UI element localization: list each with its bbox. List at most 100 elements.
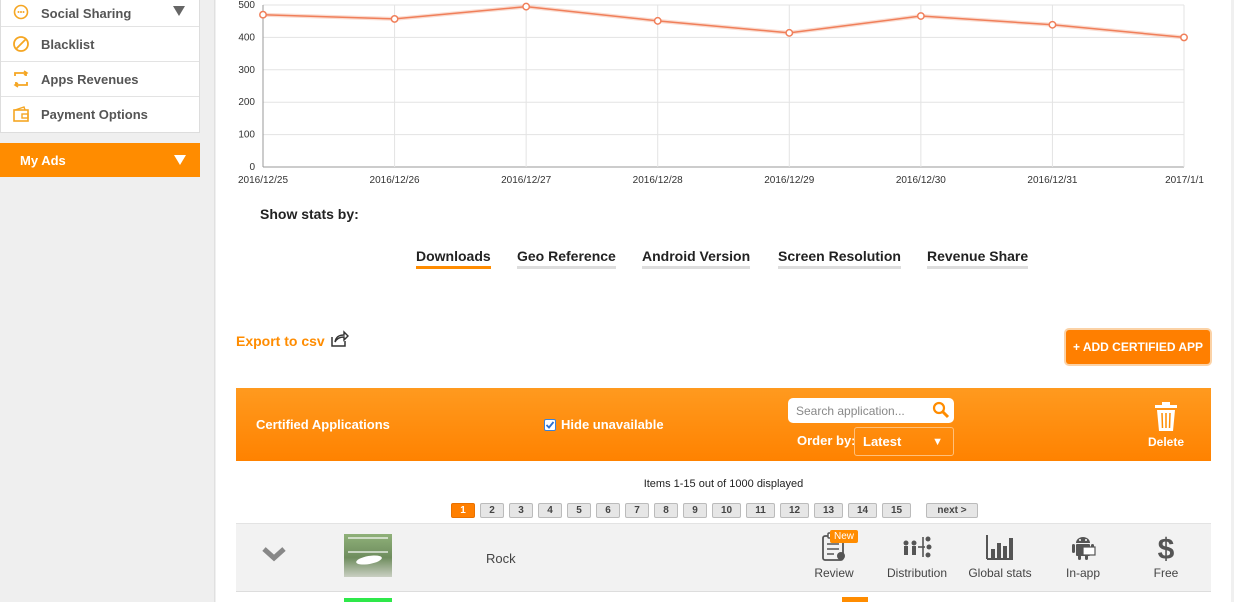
main-panel: 0 100 200 300 400 500 2016/12/25 2016/12/26 2016… [216, 0, 1231, 602]
dropdown-arrow-icon: ▼ [932, 436, 943, 448]
x-tick-label: 2016/12/25 [238, 175, 288, 186]
page-button-9[interactable]: 9 [683, 503, 707, 518]
hide-unavailable-toggle[interactable]: Hide unavailable [544, 417, 664, 432]
delete-button[interactable]: Delete [1142, 402, 1190, 449]
tab-screen-resolution[interactable]: Screen Resolution [778, 248, 901, 269]
tab-revenue-share[interactable]: Revenue Share [927, 248, 1029, 269]
in-app-label: In-app [1065, 566, 1101, 580]
export-csv-link[interactable]: Export to csv [236, 330, 349, 351]
dollar-icon: $ [1155, 531, 1177, 566]
y-tick-label: 500 [238, 0, 255, 11]
data-point [916, 12, 925, 20]
page-button-2[interactable]: 2 [480, 503, 504, 518]
data-point [653, 16, 662, 25]
data-point [390, 14, 399, 23]
distribution-action[interactable]: Distribution [882, 530, 952, 580]
pagination: 1 2 3 4 5 6 7 8 9 10 11 12 13 14 15 next > [451, 503, 983, 519]
series-line [262, 5, 1185, 39]
search-input[interactable]: Search application... [788, 398, 954, 423]
stats-tabs: Downloads Geo Reference Android Version … [216, 248, 1231, 272]
review-label: Review [814, 566, 854, 580]
trash-icon [1152, 402, 1180, 435]
page-button-3[interactable]: 3 [509, 503, 533, 518]
x-tick-label: 2016/12/26 [370, 175, 420, 186]
y-tick-label: 300 [238, 65, 255, 76]
y-tick-label: 0 [249, 162, 255, 173]
free-label: Free [1153, 566, 1179, 580]
order-by-value: Latest [863, 434, 902, 449]
share-icon [329, 330, 349, 351]
sidebar-item-social-sharing[interactable]: Social Sharing [1, 0, 199, 27]
items-count: Items 1-15 out of 1000 displayed [643, 478, 804, 490]
y-tick-label: 200 [238, 97, 255, 108]
caret-down-icon[interactable] [173, 4, 185, 19]
x-tick-label: 2017/1/1 [1165, 175, 1204, 186]
review-action[interactable]: New Review [808, 530, 860, 580]
order-by-select[interactable]: Latest ▼ [854, 427, 954, 456]
page-button-4[interactable]: 4 [538, 503, 562, 518]
data-point [1048, 20, 1057, 29]
sidebar-item-label: Social Sharing [41, 5, 132, 21]
table-row: Rock New Review Distribution Global stat… [236, 523, 1211, 591]
distribution-icon [901, 533, 933, 564]
page-button-6[interactable]: 6 [596, 503, 620, 518]
global-stats-label: Global stats [968, 566, 1032, 580]
sidebar: Social Sharing Blacklist Apps Revenues P… [0, 0, 215, 602]
y-tick-label: 100 [238, 130, 255, 141]
sidebar-item-label: Blacklist [41, 36, 95, 52]
wallet-icon [11, 105, 31, 125]
chevron-down-icon[interactable] [262, 546, 286, 567]
page-button-14[interactable]: 14 [848, 503, 877, 518]
sidebar-item-apps-revenues[interactable]: Apps Revenues [1, 62, 199, 97]
table-row [236, 591, 1211, 602]
tab-downloads[interactable]: Downloads [416, 248, 491, 269]
page-button-12[interactable]: 12 [780, 503, 809, 518]
data-point [1180, 33, 1188, 42]
order-by-label: Order by: [797, 433, 856, 448]
page-button-15[interactable]: 15 [882, 503, 911, 518]
add-certified-app-button[interactable]: + ADD CERTIFIED APP [1066, 330, 1210, 364]
data-point [259, 10, 267, 19]
show-stats-label: Show stats by: [260, 206, 359, 222]
sidebar-item-blacklist[interactable]: Blacklist [1, 27, 199, 62]
caret-down-icon[interactable] [174, 153, 186, 168]
page-button-10[interactable]: 10 [712, 503, 741, 518]
data-point [522, 2, 531, 11]
search-placeholder: Search application... [796, 403, 905, 418]
export-label: Export to csv [236, 332, 325, 349]
x-tick-label: 2016/12/31 [1027, 175, 1077, 186]
page-button-5[interactable]: 5 [567, 503, 591, 518]
search-icon[interactable] [932, 401, 950, 422]
sidebar-item-payment-options[interactable]: Payment Options [1, 97, 199, 132]
sidebar-item-my-ads[interactable]: My Ads [0, 143, 200, 177]
my-ads-label: My Ads [20, 152, 66, 168]
app-name: Rock [486, 551, 516, 566]
sidebar-item-label: Payment Options [41, 107, 148, 122]
in-app-action[interactable]: In-app [1058, 530, 1108, 580]
checkbox[interactable] [544, 418, 556, 431]
hide-unavailable-label: Hide unavailable [561, 417, 664, 432]
free-action[interactable]: $ Free [1148, 530, 1184, 581]
series-shadow [262, 4, 1185, 40]
page-button-11[interactable]: 11 [746, 503, 775, 518]
tab-android-version[interactable]: Android Version [642, 248, 751, 269]
x-tick-label: 2016/12/30 [896, 175, 946, 186]
next-page-button[interactable]: next > [926, 503, 978, 518]
global-stats-action[interactable]: Global stats [964, 530, 1036, 580]
certified-apps-toolbar: Certified Applications Hide unavailable … [236, 388, 1211, 461]
chat-icon [11, 3, 31, 23]
toolbar-title: Certified Applications [256, 417, 390, 432]
android-icon [1068, 532, 1098, 565]
page-button-7[interactable]: 7 [625, 503, 649, 518]
delete-label: Delete [1147, 435, 1185, 449]
page-button-8[interactable]: 8 [654, 503, 678, 518]
app-thumbnail [344, 534, 392, 577]
svg-text:$: $ [1158, 533, 1175, 563]
page-button-13[interactable]: 13 [814, 503, 843, 518]
page-button-1[interactable]: 1 [451, 503, 475, 518]
tab-geo-reference[interactable]: Geo Reference [517, 248, 616, 269]
blacklist-icon [11, 34, 31, 54]
app-thumbnail [344, 598, 392, 602]
revenue-icon [11, 69, 31, 89]
sidebar-item-label: Apps Revenues [41, 71, 139, 87]
